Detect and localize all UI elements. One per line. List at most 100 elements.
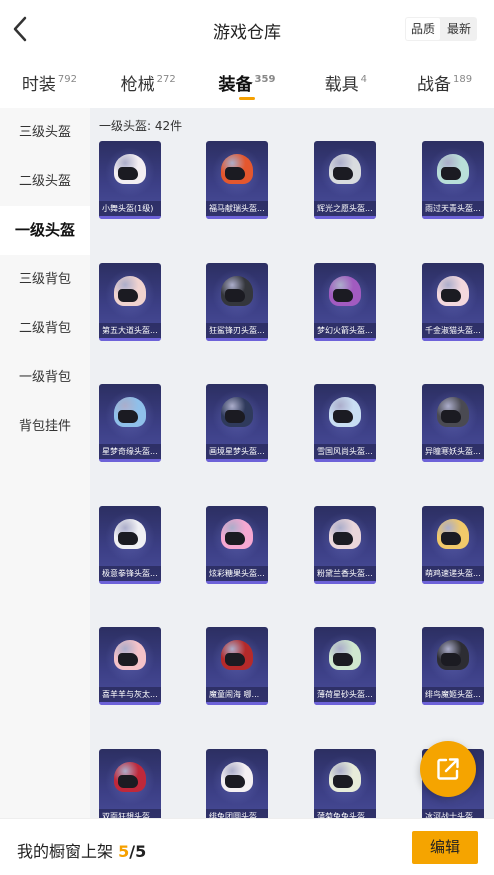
helmet-visor xyxy=(333,289,353,302)
item-card[interactable]: 蒲菊兔兔头盔... xyxy=(314,749,376,818)
helmet-visor xyxy=(333,532,353,545)
item-card[interactable]: 绯兔团圆头盔... xyxy=(206,749,268,818)
helmet-icon xyxy=(437,519,469,549)
helmet-visor xyxy=(225,653,245,666)
sort-latest-button[interactable]: 最新 xyxy=(442,18,476,40)
helmet-visor xyxy=(118,289,138,302)
item-card-label: 冰河战士头盔... xyxy=(422,809,484,818)
tab-count: 792 xyxy=(57,74,77,85)
showcase-status: 我的橱窗上架 5/5 xyxy=(17,838,146,862)
share-button[interactable] xyxy=(420,741,476,797)
item-card[interactable]: 第五大道头盔... xyxy=(99,263,161,341)
item-card[interactable]: 小舞头盔(1级) xyxy=(99,141,161,219)
item-card[interactable]: 雪国风尚头盔... xyxy=(314,384,376,462)
item-card[interactable]: 薄荷星砂头盔... xyxy=(314,627,376,705)
item-card[interactable]: 辉光之愿头盔... xyxy=(314,141,376,219)
helmet-visor xyxy=(225,775,245,788)
helmet-visor xyxy=(225,167,245,180)
tab-equipment[interactable]: 装备 359 xyxy=(198,58,297,108)
sidebar-item-level3-backpack[interactable]: 三级背包 xyxy=(0,255,90,304)
helmet-icon xyxy=(437,640,469,670)
edit-button[interactable]: 编辑 xyxy=(412,831,478,864)
item-card[interactable]: 萌鸡速递头盔... xyxy=(422,506,484,584)
item-card[interactable]: 炫彩糖果头盔... xyxy=(206,506,268,584)
helmet-icon xyxy=(221,519,253,549)
tab-supplies[interactable]: 战备 189 xyxy=(395,58,494,108)
item-card[interactable]: 粉黛兰香头盔... xyxy=(314,506,376,584)
item-card-label: 第五大道头盔... xyxy=(99,323,161,338)
item-card[interactable]: 画境星梦头盔... xyxy=(206,384,268,462)
helmet-icon xyxy=(329,762,361,792)
helmet-visor xyxy=(333,775,353,788)
item-card[interactable]: 极意拳锋头盔... xyxy=(99,506,161,584)
bottom-bar: 我的橱窗上架 5/5 编辑 xyxy=(0,818,494,875)
helmet-visor xyxy=(333,653,353,666)
helmet-visor xyxy=(441,410,461,423)
item-card[interactable]: 千金淑猫头盔... xyxy=(422,263,484,341)
helmet-icon xyxy=(329,154,361,184)
showcase-label: 我的橱窗上架 xyxy=(17,842,114,861)
item-card-label: 雪国风尚头盔... xyxy=(314,444,376,459)
sidebar-item-level1-backpack[interactable]: 一级背包 xyxy=(0,353,90,402)
helmet-icon xyxy=(114,276,146,306)
item-card[interactable]: 魔童闹海 哪... xyxy=(206,627,268,705)
item-card[interactable]: 福马献瑞头盔... xyxy=(206,141,268,219)
sidebar-item-level2-helmet[interactable]: 二级头盔 xyxy=(0,157,90,206)
helmet-icon xyxy=(437,276,469,306)
item-card[interactable]: 喜羊羊与灰太... xyxy=(99,627,161,705)
item-card[interactable]: 雨过天青头盔... xyxy=(422,141,484,219)
helmet-icon xyxy=(329,640,361,670)
item-card[interactable]: 双面狂想头盔... xyxy=(99,749,161,818)
helmet-visor xyxy=(118,167,138,180)
item-card-label: 星梦奇缘头盔... xyxy=(99,444,161,459)
item-card-label: 梦幻火箭头盔... xyxy=(314,323,376,338)
sidebar: 三级头盔 二级头盔 一级头盔 三级背包 二级背包 一级背包 背包挂件 xyxy=(0,108,90,818)
sort-quality-button[interactable]: 品质 xyxy=(406,18,441,40)
item-card[interactable]: 梦幻火箭头盔... xyxy=(314,263,376,341)
helmet-visor xyxy=(333,410,353,423)
item-card-label: 粉黛兰香头盔... xyxy=(314,566,376,581)
tab-count: 4 xyxy=(360,74,367,85)
item-card-label: 绯鸟魔姬头盔... xyxy=(422,687,484,702)
item-card[interactable]: 狂鲨锋刃头盔... xyxy=(206,263,268,341)
helmet-visor xyxy=(333,167,353,180)
helmet-visor xyxy=(225,532,245,545)
sidebar-item-backpack-charm[interactable]: 背包挂件 xyxy=(0,402,90,451)
helmet-visor xyxy=(118,532,138,545)
tab-firearms[interactable]: 枪械 272 xyxy=(99,58,198,108)
item-card[interactable]: 星梦奇缘头盔... xyxy=(99,384,161,462)
helmet-icon xyxy=(437,397,469,427)
helmet-icon xyxy=(114,640,146,670)
external-link-icon xyxy=(437,758,459,780)
sidebar-item-level3-helmet[interactable]: 三级头盔 xyxy=(0,108,90,157)
tab-count: 189 xyxy=(453,74,473,85)
showcase-count: 5 xyxy=(118,842,130,861)
item-card-label: 异瞳寒妖头盔... xyxy=(422,444,484,459)
item-card-label: 双面狂想头盔... xyxy=(99,809,161,818)
item-card-label: 薄荷星砂头盔... xyxy=(314,687,376,702)
item-card[interactable]: 绯鸟魔姬头盔... xyxy=(422,627,484,705)
helmet-visor xyxy=(441,167,461,180)
helmet-icon xyxy=(221,640,253,670)
helmet-icon xyxy=(221,762,253,792)
item-card-label: 炫彩糖果头盔... xyxy=(206,566,268,581)
item-grid-panel: 一级头盔: 42件 小舞头盔(1级) 福马献瑞头盔... 辉光之愿头盔... 雨过天青… xyxy=(90,108,494,818)
item-card-label: 辉光之愿头盔... xyxy=(314,201,376,216)
helmet-visor xyxy=(118,653,138,666)
item-card-label: 蒲菊兔兔头盔... xyxy=(314,809,376,818)
helmet-icon xyxy=(221,397,253,427)
helmet-visor xyxy=(225,289,245,302)
sidebar-item-level2-backpack[interactable]: 二级背包 xyxy=(0,304,90,353)
tab-vehicles[interactable]: 载具 4 xyxy=(296,58,395,108)
item-card-label: 萌鸡速递头盔... xyxy=(422,566,484,581)
item-card[interactable]: 异瞳寒妖头盔... xyxy=(422,384,484,462)
item-card-label: 小舞头盔(1级) xyxy=(99,201,161,216)
item-card-label: 绯兔团圆头盔... xyxy=(206,809,268,818)
helmet-visor xyxy=(225,410,245,423)
sidebar-item-level1-helmet[interactable]: 一级头盔 xyxy=(0,206,90,255)
helmet-icon xyxy=(114,397,146,427)
helmet-visor xyxy=(441,532,461,545)
item-card-label: 喜羊羊与灰太... xyxy=(99,687,161,702)
helmet-icon xyxy=(114,154,146,184)
tab-fashion[interactable]: 时装 792 xyxy=(0,58,99,108)
